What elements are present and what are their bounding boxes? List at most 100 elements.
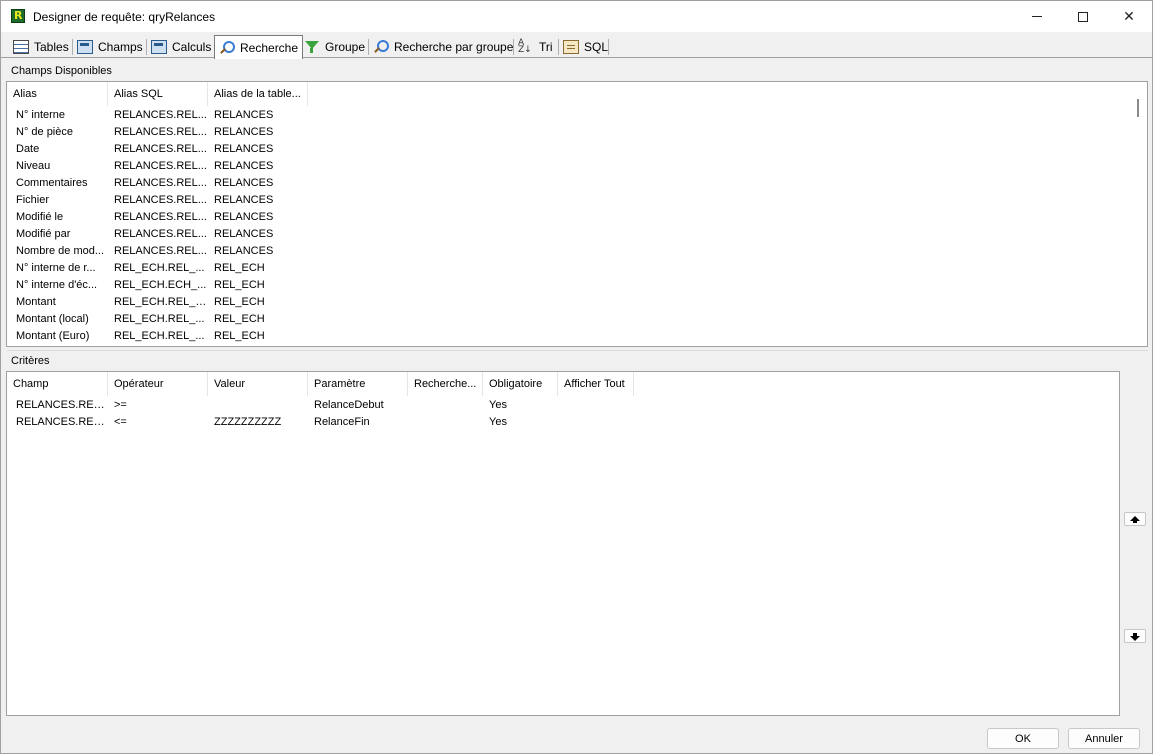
table-cell: REL_ECH: [214, 296, 265, 308]
column-header-recherche[interactable]: Recherche...: [408, 372, 483, 396]
column-header-alias-sql[interactable]: Alias SQL: [108, 82, 208, 106]
table-cell: RELANCES.REL...: [16, 416, 108, 428]
tab-recherche[interactable]: Recherche: [214, 35, 304, 59]
table-cell: [208, 397, 308, 414]
table-cell: Montant: [16, 296, 56, 308]
tab-label: Tables: [34, 40, 69, 54]
column-header-valeur[interactable]: Valeur: [208, 372, 308, 396]
title-bar: Designer de requête: qryRelances ✕: [1, 1, 1152, 32]
table-row[interactable]: N° interne RELANCES.REL... RELANCES: [7, 107, 308, 124]
move-down-button[interactable]: [1124, 629, 1146, 643]
table-cell: <=: [114, 416, 127, 428]
available-fields-label: Champs Disponibles: [11, 65, 112, 77]
criteria-label: Critères: [11, 355, 50, 367]
sort-az-icon: A Z↓: [518, 38, 532, 55]
table-cell: Montant (local): [16, 313, 89, 325]
tab-label: Recherche: [240, 40, 299, 55]
tab-tables[interactable]: Tables: [9, 36, 73, 58]
table-cell: REL_ECH.REL_MT: [114, 296, 208, 308]
table-row[interactable]: Montant (local) REL_ECH.REL_... REL_ECH: [7, 311, 308, 328]
table-cell: REL_ECH.REL_...: [114, 330, 205, 342]
tab-label: Recherche par groupe: [394, 40, 514, 54]
tab-groupe[interactable]: Groupe: [300, 36, 369, 58]
maximize-icon: [1078, 11, 1088, 22]
column-header-alias[interactable]: Alias: [7, 82, 108, 106]
move-up-button[interactable]: [1124, 512, 1146, 526]
tab-sql[interactable]: SQL: [559, 36, 612, 58]
ok-button[interactable]: OK: [987, 728, 1059, 749]
search-icon: [219, 40, 235, 55]
column-header-afficher-tout[interactable]: Afficher Tout: [558, 372, 634, 396]
table-cell: [408, 397, 483, 414]
table-row[interactable]: Date RELANCES.REL... RELANCES: [7, 141, 308, 158]
column-header-operateur[interactable]: Opérateur: [108, 372, 208, 396]
available-fields-header: Alias Alias SQL Alias de la table...: [7, 82, 308, 106]
table-row[interactable]: Montant REL_ECH.REL_MT REL_ECH: [7, 294, 308, 311]
table-cell: RELANCES: [214, 211, 274, 223]
table-cell: [558, 414, 634, 431]
vertical-scrollbar[interactable]: [1130, 82, 1147, 346]
table-cell: Fichier: [16, 194, 50, 206]
table-icon: [13, 40, 29, 54]
close-button[interactable]: ✕: [1106, 1, 1152, 32]
filter-icon: [304, 40, 320, 54]
table-cell: RELANCES: [214, 143, 274, 155]
table-cell: RELANCES: [214, 228, 274, 240]
table-cell: RELANCES.REL...: [114, 126, 207, 138]
cancel-button[interactable]: Annuler: [1068, 728, 1140, 749]
column-header-obligatoire[interactable]: Obligatoire: [483, 372, 558, 396]
minimize-button[interactable]: [1014, 1, 1060, 32]
table-cell: Date: [16, 143, 40, 155]
calculator-icon: [77, 40, 93, 54]
tab-calculs[interactable]: Calculs: [147, 36, 215, 58]
table-cell: [558, 397, 634, 414]
table-row[interactable]: Montant (Euro) REL_ECH.REL_... REL_ECH: [7, 328, 308, 345]
tab-champs[interactable]: Champs: [73, 36, 147, 58]
table-cell: REL_ECH.REL_...: [114, 313, 205, 325]
column-header-parametre[interactable]: Paramètre: [308, 372, 408, 396]
table-cell: RELANCES: [214, 160, 274, 172]
tab-label: Calculs: [172, 40, 212, 54]
table-cell: N° interne de r...: [16, 262, 96, 274]
table-cell: Modifié par: [16, 228, 71, 240]
table-cell: RELANCES.REL...: [114, 109, 207, 121]
arrow-up-icon: [1130, 515, 1140, 523]
table-cell: >=: [114, 399, 127, 411]
table-row[interactable]: Commentaires RELANCES.REL... RELANCES: [7, 175, 308, 192]
table-row[interactable]: N° interne d'éc... REL_ECH.ECH_... REL_ECH: [7, 277, 308, 294]
table-cell: RelanceFin: [314, 416, 370, 428]
table-cell: RELANCES: [214, 109, 274, 121]
table-cell: [408, 414, 483, 431]
tab-recherche-par-groupe[interactable]: Recherche par groupe: [369, 36, 517, 58]
table-row[interactable]: RELANCES.REL... <= ZZZZZZZZZZ RelanceFin Yes: [7, 414, 634, 431]
table-cell: RELANCES: [214, 194, 274, 206]
table-cell: RELANCES.REL...: [114, 143, 207, 155]
column-header-table-alias[interactable]: Alias de la table...: [208, 82, 308, 106]
table-row[interactable]: RELANCES.REL... >= RelanceDebut Yes: [7, 397, 634, 414]
calculator-icon: [151, 40, 167, 54]
table-row[interactable]: Modifié le RELANCES.REL... RELANCES: [7, 209, 308, 226]
sql-icon: [563, 40, 579, 54]
table-cell: Niveau: [16, 160, 51, 172]
maximize-button[interactable]: [1060, 1, 1106, 32]
table-cell: Yes: [489, 416, 507, 428]
query-designer-window: Designer de requête: qryRelances ✕ Table…: [0, 0, 1153, 754]
available-fields-list[interactable]: Alias Alias SQL Alias de la table... N° …: [6, 81, 1148, 347]
table-row[interactable]: Nombre de mod... RELANCES.REL... RELANCES: [7, 243, 308, 260]
table-row[interactable]: N° interne de r... REL_ECH.REL_... REL_ECH: [7, 260, 308, 277]
column-header-champ[interactable]: Champ: [7, 372, 108, 396]
table-cell: RELANCES.REL...: [114, 245, 207, 257]
scrollbar-thumb[interactable]: [1137, 99, 1139, 117]
table-row[interactable]: Niveau RELANCES.REL... RELANCES: [7, 158, 308, 175]
table-cell: RELANCES: [214, 177, 274, 189]
table-row[interactable]: N° de pièce RELANCES.REL... RELANCES: [7, 124, 308, 141]
tab-tri[interactable]: A Z↓ Tri: [514, 36, 557, 58]
criteria-list[interactable]: Champ Opérateur Valeur Paramètre Recherc…: [6, 371, 1120, 716]
table-cell: Yes: [489, 399, 507, 411]
table-row[interactable]: Modifié par RELANCES.REL... RELANCES: [7, 226, 308, 243]
table-cell: REL_ECH: [214, 330, 265, 342]
table-row[interactable]: Fichier RELANCES.REL... RELANCES: [7, 192, 308, 209]
table-cell: Nombre de mod...: [16, 245, 105, 257]
minimize-icon: [1032, 16, 1042, 17]
table-cell: RELANCES.REL...: [114, 228, 207, 240]
